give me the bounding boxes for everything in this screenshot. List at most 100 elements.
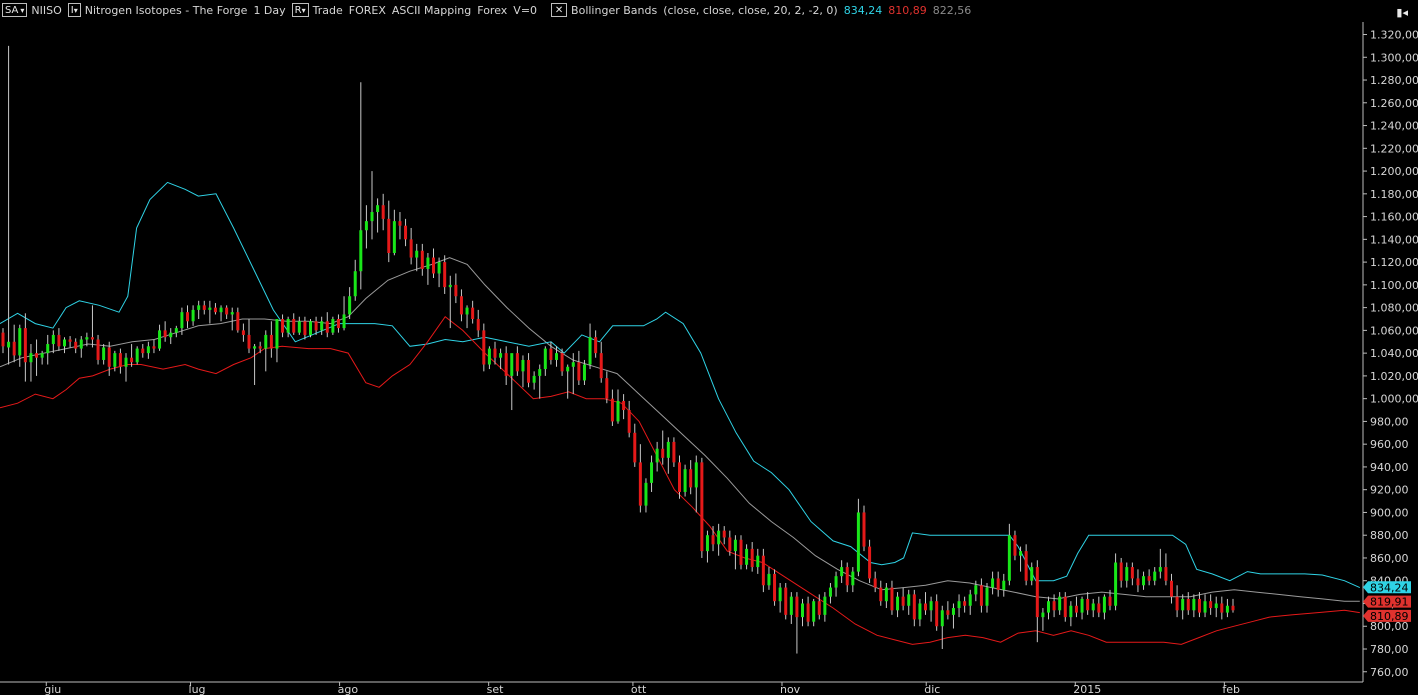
candle-down (935, 601, 939, 627)
candle-down (560, 353, 564, 372)
candle-up (135, 348, 139, 363)
candle-up (974, 585, 978, 595)
candle-up (1192, 598, 1196, 611)
candle-down (35, 353, 39, 358)
candle-up (644, 482, 648, 506)
candle-down (750, 548, 754, 568)
candle-down (118, 353, 122, 367)
candle-down (996, 578, 1000, 590)
candle-up (683, 469, 687, 492)
y-tick-label: 760,00 (1370, 666, 1409, 679)
candlestick-chart[interactable]: 760,00780,00800,00820,00840,00860,00880,… (0, 0, 1418, 695)
candle-up (840, 567, 844, 577)
candle-down (269, 334, 273, 349)
candle-down (471, 307, 475, 319)
candle-up (465, 307, 469, 315)
candle-up (342, 314, 346, 329)
candle-up (197, 305, 201, 310)
candle-up (1080, 598, 1084, 613)
y-tick-label: 980,00 (1370, 415, 1409, 428)
candle-down (398, 221, 402, 226)
candle-down (873, 578, 877, 588)
candle-down (325, 321, 329, 333)
candle-down (74, 341, 78, 349)
candle-down (1024, 551, 1028, 581)
candle-down (622, 400, 626, 411)
candle-up (1214, 603, 1218, 609)
candle-up (543, 348, 547, 370)
candle-up (1069, 605, 1073, 618)
candle-up (789, 596, 793, 615)
candle-down (610, 398, 614, 422)
y-tick-label: 1.240,00 (1370, 120, 1418, 133)
candle-up (158, 330, 162, 349)
candle-down (773, 573, 777, 602)
candle-up (286, 319, 290, 333)
candle-down (638, 462, 642, 506)
candle-up (370, 212, 374, 222)
y-tick-label: 860,00 (1370, 552, 1409, 565)
y-tick-label: 1.040,00 (1370, 347, 1418, 360)
candle-down (963, 601, 967, 606)
candle-up (828, 587, 832, 597)
y-tick-label: 1.140,00 (1370, 233, 1418, 246)
candle-up (297, 321, 301, 333)
candle-up (191, 309, 195, 322)
candle-up (487, 348, 491, 365)
candle-down (409, 239, 413, 258)
candle-up (694, 462, 698, 488)
candle-down (493, 348, 497, 358)
candle-down (845, 567, 849, 586)
candle-down (901, 596, 905, 606)
candle-down (381, 205, 385, 219)
candle-up (40, 353, 44, 358)
candle-down (476, 319, 480, 331)
candle-down (459, 296, 463, 315)
x-tick-label: 2015 (1073, 683, 1101, 695)
candle-down (387, 218, 391, 253)
candle-up (823, 596, 827, 615)
y-tick-label: 1.200,00 (1370, 165, 1418, 178)
y-tick-label: 880,00 (1370, 529, 1409, 542)
x-tick-label: ott (631, 683, 647, 695)
candle-down (627, 410, 631, 433)
y-tick-label: 780,00 (1370, 643, 1409, 656)
candle-up (169, 332, 173, 338)
candle-up (376, 205, 380, 213)
candle-down (420, 250, 424, 269)
candle-down (314, 321, 318, 331)
candle-up (856, 512, 860, 572)
candle-up (968, 594, 972, 606)
candle-down (1130, 567, 1134, 579)
candle-up (1030, 567, 1034, 581)
candle-down (689, 469, 693, 488)
candle-up (275, 319, 279, 349)
candle-up (29, 353, 33, 363)
candle-down (482, 330, 486, 365)
candle-up (650, 462, 654, 483)
candle-down (258, 346, 262, 349)
candle-up (510, 353, 514, 376)
candle-down (1013, 535, 1017, 556)
candle-up (957, 601, 961, 609)
candle-down (890, 587, 894, 611)
candle-up (1181, 598, 1185, 611)
price-badge-label: 819,91 (1370, 596, 1409, 609)
candle-up (801, 603, 804, 618)
candle-up (985, 587, 989, 606)
candle-up (392, 221, 396, 253)
candle-up (532, 375, 536, 383)
candle-down (1186, 598, 1190, 611)
candle-up (309, 321, 312, 335)
candle-down (141, 348, 145, 354)
candle-up (415, 250, 419, 258)
candle-up (364, 221, 368, 231)
y-tick-label: 1.220,00 (1370, 142, 1418, 155)
candle-down (57, 334, 61, 347)
candle-up (359, 230, 363, 272)
candle-up (230, 312, 234, 315)
candle-down (1108, 596, 1112, 606)
candle-down (443, 262, 447, 288)
candle-down (1119, 562, 1123, 581)
candle-down (577, 362, 581, 381)
